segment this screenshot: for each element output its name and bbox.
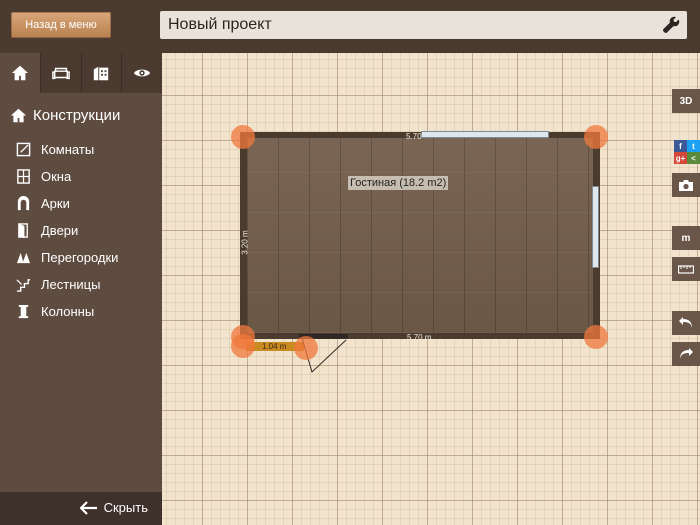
tab-view[interactable] (122, 53, 162, 93)
corner-handle[interactable] (584, 125, 608, 149)
wrench-icon[interactable] (661, 15, 681, 35)
ruler-button[interactable] (672, 257, 700, 281)
dimension-bottom: 5.70 m (407, 333, 432, 342)
google-plus-icon: g+ (674, 152, 687, 164)
project-title: Новый проект (168, 16, 272, 33)
corner-handle[interactable] (584, 325, 608, 349)
project-title-field[interactable]: Новый проект (160, 11, 687, 39)
view-3d-button[interactable]: 3D (672, 89, 700, 113)
window-right[interactable] (592, 186, 599, 268)
share-icon: < (687, 152, 700, 164)
ruler-icon (678, 264, 694, 274)
room-floor (247, 138, 593, 333)
arrow-left-icon (79, 500, 97, 515)
twitter-icon: t (687, 140, 700, 152)
screenshot-button[interactable] (672, 173, 700, 197)
dimension-left: 3.20 m (240, 230, 250, 255)
tab-constructions[interactable] (0, 53, 41, 93)
corner-handle[interactable] (294, 336, 318, 360)
building-icon (94, 66, 109, 81)
home-icon (10, 108, 27, 123)
menu-item-label: Перегородки (41, 249, 119, 265)
window-top[interactable] (421, 131, 549, 138)
menu-item-windows[interactable]: Окна (16, 165, 71, 187)
door-dimension: 1.04 m (262, 342, 287, 351)
hide-sidebar-button[interactable]: Скрыть (79, 500, 148, 515)
tab-building[interactable] (82, 53, 123, 93)
menu-item-label: Арки (41, 195, 70, 211)
door-icon (18, 222, 28, 238)
section-header: Конструкции (10, 107, 120, 124)
menu-item-label: Комнаты (41, 141, 95, 157)
units-button[interactable]: m (672, 226, 700, 250)
hide-bar: Скрыть (0, 492, 162, 525)
top-bar: Назад в меню Новый проект (0, 0, 700, 53)
menu-item-label: Колонны (41, 303, 95, 319)
menu-item-columns[interactable]: Колонны (16, 300, 94, 322)
corner-handle[interactable] (231, 125, 255, 149)
window-icon (17, 168, 30, 184)
column-icon (18, 304, 29, 318)
undo-button[interactable] (672, 311, 700, 335)
stairs-icon (16, 278, 31, 292)
menu-item-rooms[interactable]: Комнаты (16, 138, 94, 160)
hide-label: Скрыть (103, 500, 148, 515)
room-living[interactable] (240, 132, 600, 339)
undo-icon (679, 317, 692, 328)
room-label[interactable]: Гостиная (18.2 m2) (348, 176, 449, 190)
menu-item-partitions[interactable]: Перегородки (16, 246, 118, 268)
dimension-top: 5.70 (406, 132, 422, 141)
facebook-icon: f (674, 140, 687, 152)
sofa-icon (51, 67, 70, 80)
menu-item-label: Двери (41, 222, 79, 238)
arch-icon (17, 195, 30, 210)
room-icon (16, 142, 31, 156)
section-title: Конструкции (33, 107, 121, 124)
partition-icon (16, 252, 31, 263)
camera-icon (679, 179, 693, 191)
menu-item-label: Лестницы (41, 276, 101, 292)
home-icon (11, 65, 28, 81)
corner-handle[interactable] (231, 334, 255, 358)
menu-item-label: Окна (41, 168, 72, 184)
sidebar: Конструкции Комнаты Окна Арки Двери Пере… (0, 53, 162, 525)
menu-item-doors[interactable]: Двери (16, 219, 78, 241)
eye-icon (134, 69, 151, 77)
sidebar-tabs (0, 53, 162, 93)
menu-item-arches[interactable]: Арки (16, 192, 70, 214)
redo-icon (680, 348, 693, 359)
share-button[interactable]: f t g+ < (674, 140, 700, 164)
menu-item-stairs[interactable]: Лестницы (16, 273, 100, 295)
back-to-menu-button[interactable]: Назад в меню (11, 12, 111, 38)
redo-button[interactable] (672, 342, 700, 366)
tab-furniture[interactable] (41, 53, 82, 93)
